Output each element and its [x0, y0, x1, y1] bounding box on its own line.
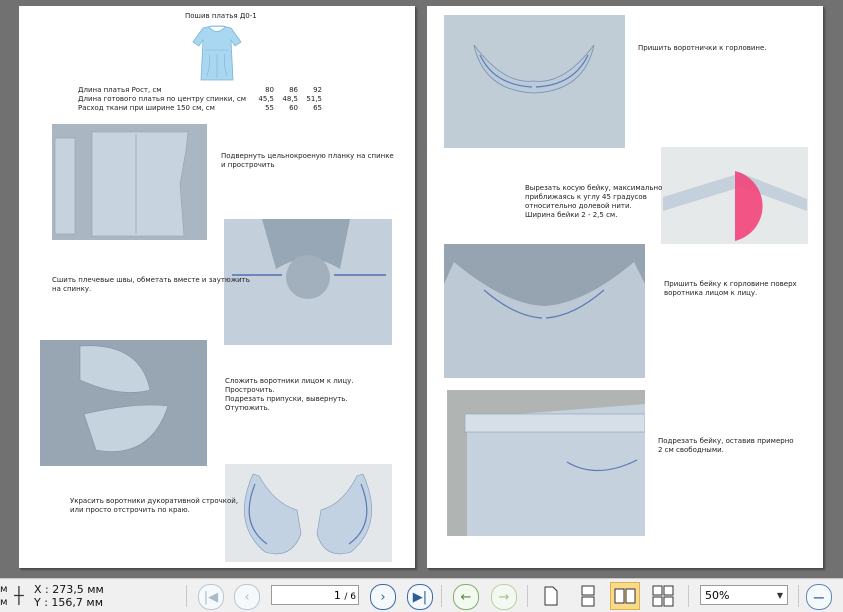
document-workspace[interactable]: Пошив платья Д0-1 Длина платья Рост, см …	[0, 0, 843, 578]
photo-collar-pieces	[40, 340, 207, 466]
next-page-icon[interactable]: ›	[370, 584, 396, 610]
photo-bias-to-neckline	[444, 244, 645, 378]
photo-trim-bias	[447, 390, 645, 536]
step-text: Украсить воротники дукоративной строчкой…	[70, 497, 239, 514]
current-page: 1	[333, 589, 341, 602]
forward-icon[interactable]: →	[491, 584, 517, 610]
page-number-field[interactable]: 1 / 6	[271, 585, 359, 605]
photo-decorated-collars	[225, 464, 392, 562]
grid-view-icon[interactable]	[648, 582, 678, 610]
back-icon[interactable]: ←	[453, 584, 479, 610]
total-pages: / 6	[344, 592, 356, 602]
page-title: Пошив платья Д0-1	[185, 12, 257, 20]
separator	[186, 585, 187, 607]
separator	[527, 585, 528, 607]
status-toolbar: м м ┼ X : 273,5 мм Y : 156,7 мм |◀ ‹ 1 /…	[0, 578, 843, 612]
step-text: Пришить бейку к горловине поверх воротни…	[664, 280, 797, 297]
zoom-value: 50%	[705, 589, 730, 602]
document-page-2: Пришить воротнички к горловине. Вырезать…	[427, 6, 823, 568]
size-spec-table: Длина платья Рост, см 80 86 92 Длина гот…	[78, 86, 322, 113]
zoom-select[interactable]: 50% ▼	[700, 585, 788, 605]
unit-label: м м	[0, 584, 8, 608]
separator	[441, 585, 442, 607]
x-coordinate: X : 273,5 мм	[34, 583, 104, 596]
continuous-view-icon[interactable]	[573, 582, 603, 610]
spec-row: Длина готового платья по центру спинки, …	[78, 95, 322, 103]
first-page-icon[interactable]: |◀	[198, 584, 224, 610]
document-page-1: Пошив платья Д0-1 Длина платья Рост, см …	[19, 6, 415, 568]
step-text: Подрезать бейку, оставив примерно 2 см с…	[658, 437, 794, 454]
step-text: Пришить воротнички к горловине.	[638, 44, 767, 52]
crosshair-icon: ┼	[14, 586, 24, 605]
y-coordinate: Y : 156,7 мм	[34, 596, 104, 609]
chevron-down-icon: ▼	[776, 591, 783, 600]
prev-page-icon[interactable]: ‹	[234, 584, 260, 610]
step-text: Вырезать косую бейку, максимально прибли…	[525, 184, 663, 219]
last-page-icon[interactable]: ▶|	[407, 584, 433, 610]
step-text: Подвернуть цельнокроеную планку на спинк…	[221, 152, 394, 169]
spec-row: Расход ткани при ширине 150 см, см 55 60…	[78, 104, 322, 112]
separator	[798, 585, 799, 607]
photo-bias-tape-protractor	[661, 147, 808, 244]
photo-back-pieces	[52, 124, 207, 240]
photo-collars-to-neckline	[444, 15, 625, 148]
step-text: Сложить воротники лицом к лицу. Простроч…	[225, 377, 354, 412]
facing-view-icon[interactable]	[610, 582, 640, 610]
dress-illustration	[183, 24, 251, 86]
single-page-view-icon[interactable]	[536, 582, 566, 610]
step-text: Сшить плечевые швы, обметать вместе и за…	[52, 276, 250, 293]
spec-row: Длина платья Рост, см 80 86 92	[78, 86, 322, 94]
zoom-out-icon[interactable]: −	[806, 584, 832, 610]
separator	[688, 585, 689, 607]
